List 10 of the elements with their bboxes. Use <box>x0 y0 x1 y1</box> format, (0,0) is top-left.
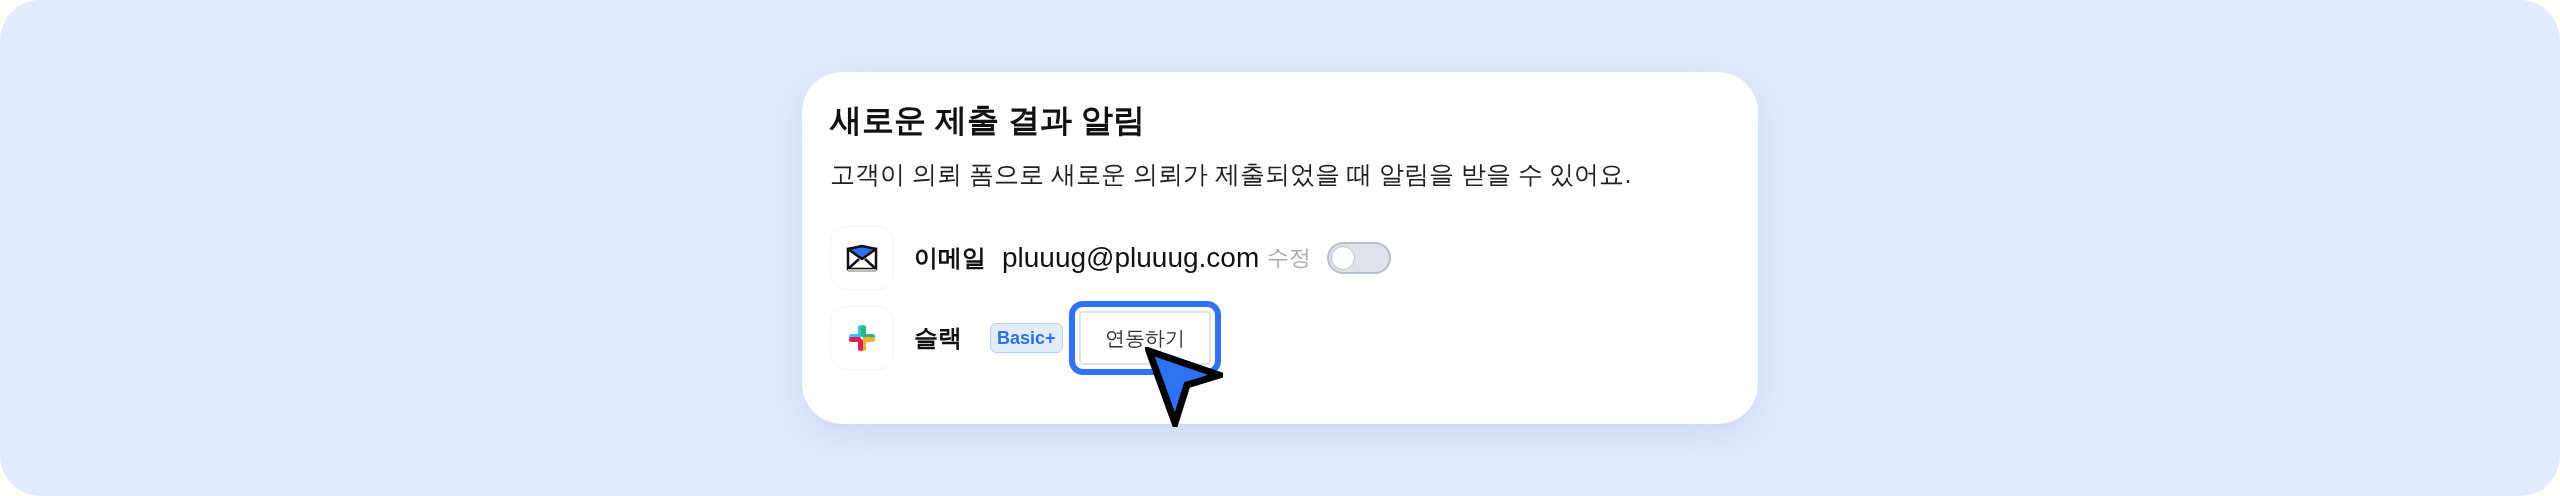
slack-logo-icon <box>848 323 876 352</box>
channel-label: 이메일 <box>914 242 986 273</box>
card-description: 고객이 의뢰 폼으로 새로운 의뢰가 제출되었을 때 알림을 받을 수 있어요. <box>830 159 1633 190</box>
toggle-switch[interactable] <box>1327 241 1392 274</box>
email-address: pluuug@pluuug.com <box>1002 240 1260 275</box>
envelope-icon <box>846 242 878 273</box>
plan-badge: Basic+ <box>990 322 1063 353</box>
card-title: 새로운 제출 결과 알림 <box>830 101 1146 140</box>
cursor-icon <box>1144 346 1223 427</box>
channel-label: 슬랙 <box>914 322 962 353</box>
